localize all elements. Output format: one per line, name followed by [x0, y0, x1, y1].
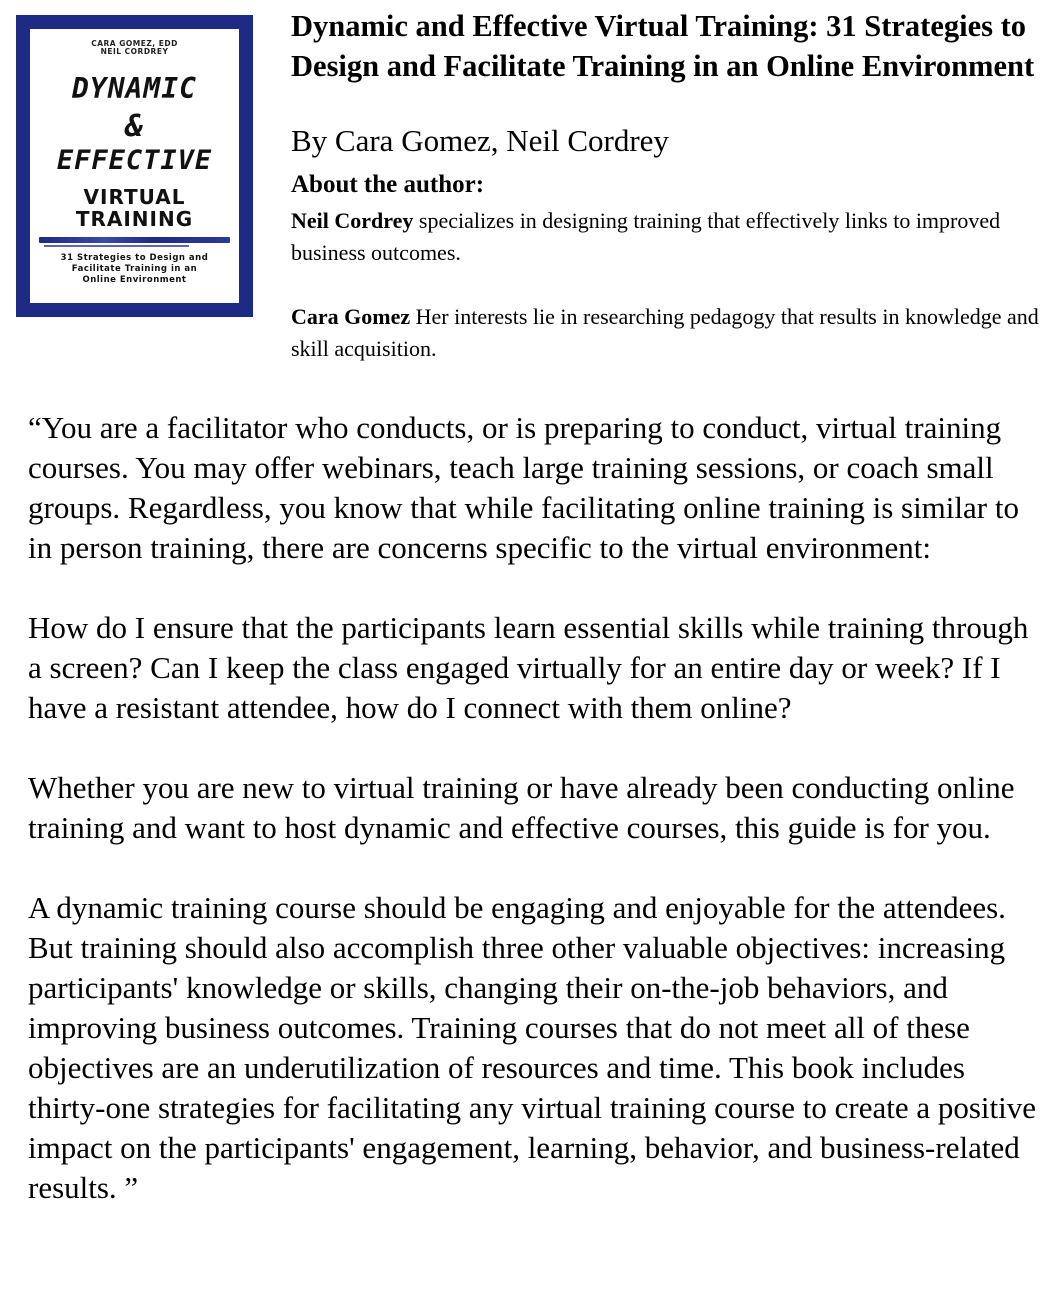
book-title: Dynamic and Effective Virtual Training: …: [291, 9, 1035, 83]
cover-subtitle-line: Facilitate Training in an: [71, 264, 198, 274]
cover-brush-stroke: [39, 237, 230, 243]
description-paragraph: Whether you are new to virtual training …: [28, 770, 1015, 845]
cover-subtitle-line: Online Environment: [82, 275, 187, 285]
author-name: Neil Cordrey: [291, 208, 414, 233]
cover-title-dynamic: DYNAMIC: [71, 72, 197, 105]
cover-title-effective: EFFECTIVE: [56, 145, 213, 176]
author-name: Cara Gomez: [291, 304, 411, 329]
cover-subtitle-line: 31 Strategies to Design and: [60, 253, 209, 263]
author-bio: Cara Gomez Her interests lie in research…: [291, 301, 1056, 365]
book-cover: CARA GOMEZ, EDD NEIL CORDREY DYNAMIC & E…: [16, 15, 253, 317]
cover-author: NEIL CORDREY: [100, 47, 169, 56]
cover-title-virtual-training: VIRTUAL TRAINING: [30, 186, 239, 230]
book-description: “You are a facilitator who conducts, or …: [28, 408, 1038, 1208]
cover-authors: CARA GOMEZ, EDD NEIL CORDREY: [30, 40, 239, 56]
book-byline: By Cara Gomez, Neil Cordrey: [291, 123, 669, 158]
cover-brush-stroke-thin: [44, 245, 189, 247]
author-bio: Neil Cordrey specializes in designing tr…: [291, 205, 1056, 269]
description-paragraph: A dynamic training course should be enga…: [28, 890, 1036, 1205]
cover-title-training: TRAINING: [75, 207, 194, 231]
cover-title-ampersand: &: [124, 109, 145, 144]
description-paragraph: How do I ensure that the participants le…: [28, 610, 1029, 725]
book-cover-page: CARA GOMEZ, EDD NEIL CORDREY DYNAMIC & E…: [30, 29, 239, 303]
about-author-heading: About the author:: [291, 171, 485, 198]
cover-title-virtual: VIRTUAL: [83, 185, 186, 209]
cover-subtitle: 31 Strategies to Design and Facilitate T…: [36, 253, 233, 286]
description-paragraph: “You are a facilitator who conducts, or …: [28, 410, 1019, 565]
